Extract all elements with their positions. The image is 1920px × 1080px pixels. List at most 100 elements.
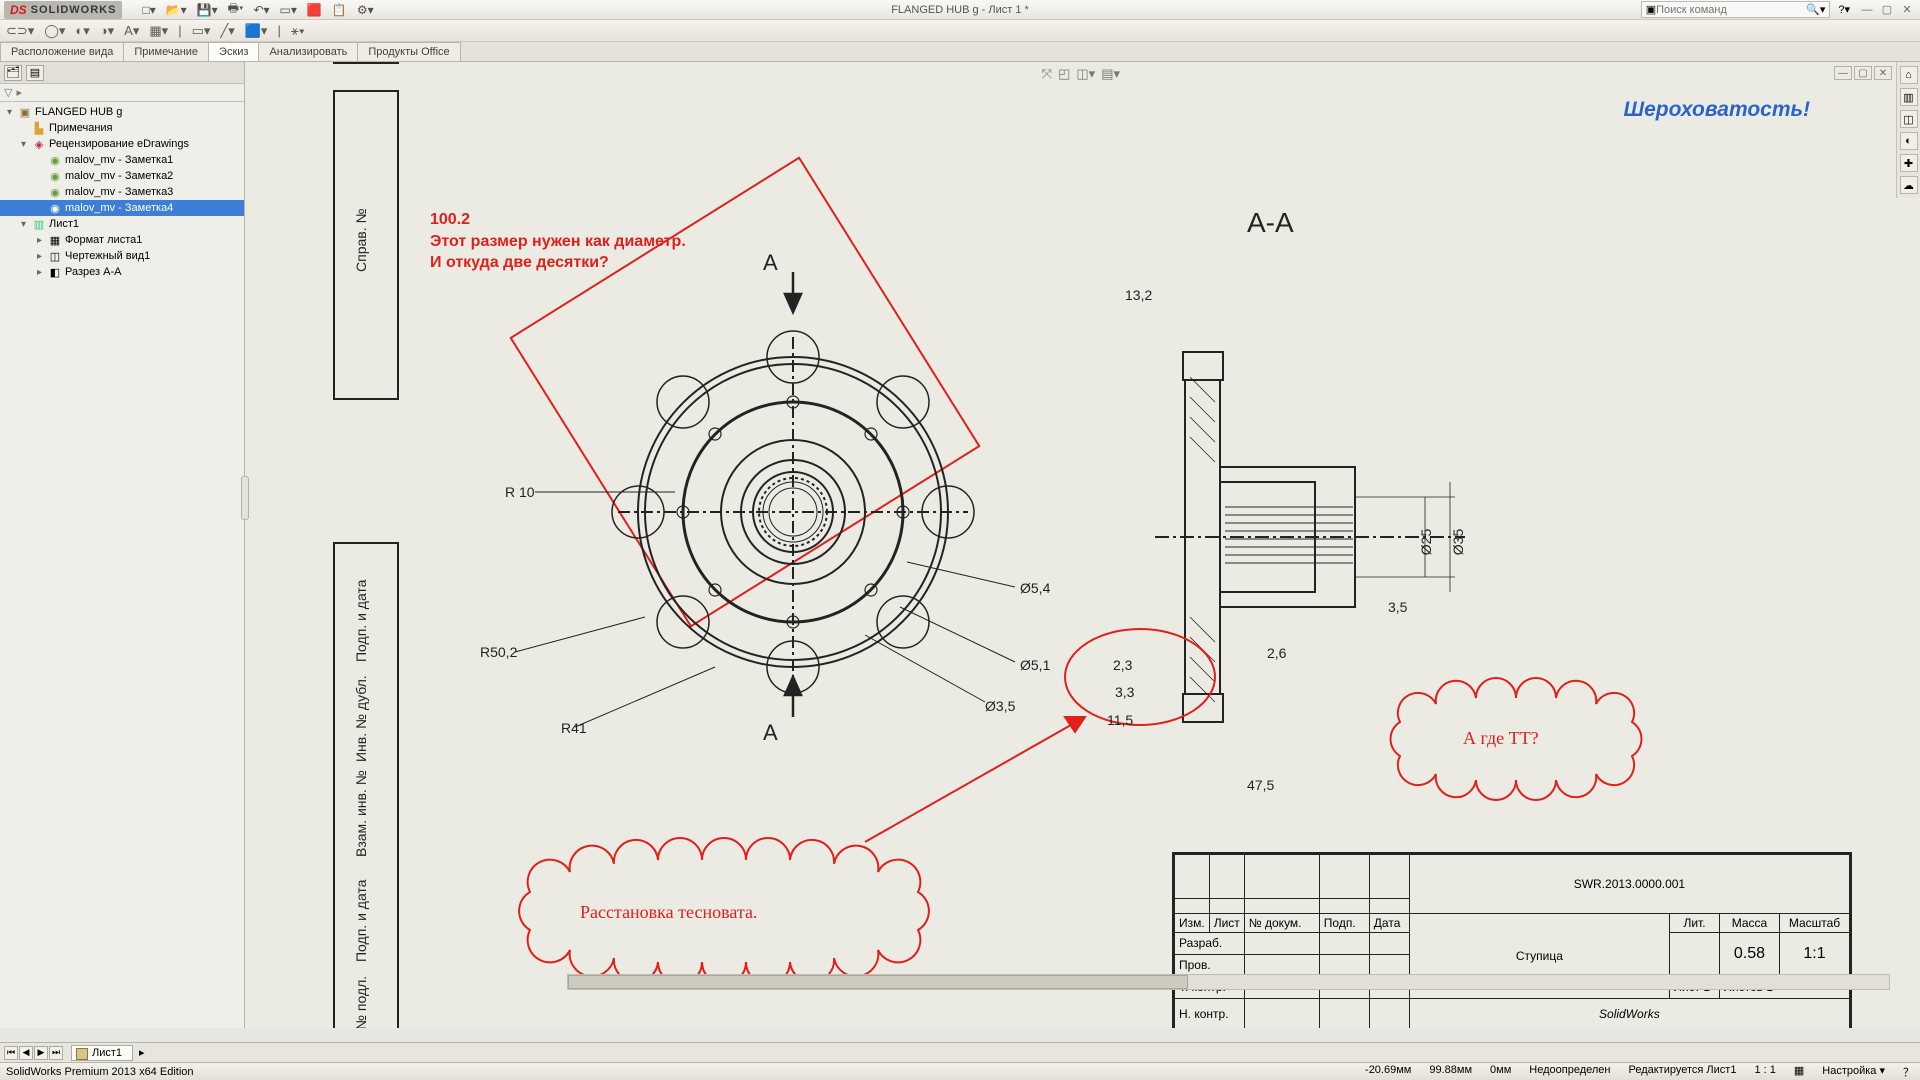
status-bar: SolidWorks Premium 2013 x64 Edition -20.… <box>0 1062 1920 1080</box>
doc-min-icon[interactable]: — <box>1834 66 1852 80</box>
tool-line-icon[interactable]: ╱▾ <box>220 23 234 39</box>
doc-max-icon[interactable]: ▢ <box>1854 66 1872 80</box>
tree-sheet[interactable]: ▾▥Лист1 <box>0 216 244 232</box>
close-icon[interactable]: ✕ <box>1898 3 1916 17</box>
tab-annotation[interactable]: Примечание <box>123 42 209 61</box>
doc-close-icon[interactable]: ✕ <box>1874 66 1892 80</box>
sheet-tabs-bar: ⏮ ◀ ▶ ⏭ Лист1 ▸ <box>0 1042 1920 1062</box>
tree-filter: ▽ ▸ <box>0 84 244 102</box>
status-z: 0мм <box>1490 1064 1511 1080</box>
tree-note-2[interactable]: ◉malov_mv - Заметка2 <box>0 168 244 184</box>
tool-sep2: | <box>277 23 280 38</box>
search-input[interactable] <box>1656 4 1806 16</box>
panel-splitter[interactable] <box>241 476 249 520</box>
tab-view-layout[interactable]: Расположение вида <box>0 42 124 61</box>
tree-note-1[interactable]: ◉malov_mv - Заметка1 <box>0 152 244 168</box>
save-icon[interactable]: 💾▾ <box>197 3 218 17</box>
print-icon[interactable]: 🖶▾ <box>228 0 244 20</box>
rebuild-icon[interactable]: 🟥 <box>307 3 322 17</box>
sheet-last-icon[interactable]: ⏭ <box>49 1046 63 1060</box>
taskpane-home-icon[interactable]: ⌂ <box>1900 66 1918 84</box>
view-heads-up-toolbar: ⤧ ◰ ◫▾ ▤▾ <box>1042 66 1120 82</box>
feature-tree[interactable]: ▾▣FLANGED HUB g ▙Примечания ▾◈Рецензиров… <box>0 102 244 1028</box>
tree-section-aa[interactable]: ▸◧Разрез A-A <box>0 264 244 280</box>
tool-sep: | <box>178 23 181 38</box>
tree-annotations[interactable]: ▙Примечания <box>0 120 244 136</box>
tool-text-icon[interactable]: A▾ <box>124 23 139 39</box>
quick-access-toolbar: □▾ 📂▾ 💾▾ 🖶▾ ↶▾ ▭▾ 🟥 📋 ⚙▾ <box>142 0 373 20</box>
tool-sheet-icon[interactable]: ▭▾ <box>192 23 211 39</box>
taskpane-custom-icon[interactable]: ✚ <box>1900 154 1918 172</box>
status-scale[interactable]: 1 : 1 <box>1754 1064 1775 1080</box>
zoom-area-icon[interactable]: ◰ <box>1058 66 1070 82</box>
dim-d35a: Ø3,5 <box>985 698 1015 714</box>
view-orient-icon[interactable]: ◫▾ <box>1076 66 1095 82</box>
undo-icon[interactable]: ↶▾ <box>253 3 269 17</box>
scroll-thumb[interactable] <box>568 975 1188 989</box>
tree-view1[interactable]: ▸◫Чертежный вид1 <box>0 248 244 264</box>
status-menu-icon[interactable]: ▦ <box>1794 1064 1804 1080</box>
tool-circle-icon[interactable]: ◯▾ <box>44 23 65 39</box>
tool-view-icon[interactable]: ◐▾ <box>75 23 89 39</box>
tab-evaluate[interactable]: Анализировать <box>258 42 358 61</box>
horizontal-scrollbar[interactable] <box>567 974 1890 990</box>
settings-icon[interactable]: ⚙▾ <box>357 3 374 17</box>
status-help-icon[interactable]: ？ <box>1903 1064 1914 1080</box>
sheet-next-icon[interactable]: ▶ <box>34 1046 48 1060</box>
taskpane-forum-icon[interactable]: ☁ <box>1900 176 1918 194</box>
tree-note-4[interactable]: ◉malov_mv - Заметка4 <box>0 200 244 216</box>
window-buttons: — ▢ ✕ <box>1858 3 1916 17</box>
options-icon[interactable]: 📋 <box>332 3 347 17</box>
dim-115: 11,5 <box>1107 712 1133 728</box>
tab-sketch[interactable]: Эскиз <box>208 42 259 61</box>
new-icon[interactable]: □▾ <box>142 3 155 17</box>
select-icon[interactable]: ▭▾ <box>280 3 297 17</box>
filter-icon[interactable]: ▽ <box>4 86 12 99</box>
panel-tab-tree-icon[interactable]: 🗂 <box>4 65 22 81</box>
dim-d54: Ø5,4 <box>1020 580 1050 596</box>
cloud-spacing-text: Расстановка тесновата. <box>580 902 757 922</box>
tb-prov: Пров. <box>1175 954 1245 976</box>
sheet-tab-1[interactable]: Лист1 <box>71 1045 133 1061</box>
search-go-icon[interactable]: 🔍▾ <box>1806 3 1825 16</box>
tab-office[interactable]: Продукты Office <box>357 42 460 61</box>
status-custom[interactable]: Настройка ▾ <box>1822 1064 1885 1080</box>
disp-style-icon[interactable]: ▤▾ <box>1101 66 1120 82</box>
section-arrow-bottom: A <box>763 720 778 746</box>
tool-dim-icon[interactable]: ⚹▾ <box>291 23 305 39</box>
taskpane-appear-icon[interactable]: ◐ <box>1900 132 1918 150</box>
zoom-fit-icon[interactable]: ⤧ <box>1042 66 1052 82</box>
minimize-icon[interactable]: — <box>1858 3 1876 17</box>
panel-tab-prop-icon[interactable]: ▤ <box>26 65 44 81</box>
tree-format[interactable]: ▸▦Формат листа1 <box>0 232 244 248</box>
tree-root[interactable]: ▾▣FLANGED HUB g <box>0 104 244 120</box>
taskpane-view-icon[interactable]: ◫ <box>1900 110 1918 128</box>
tree-note-3[interactable]: ◉malov_mv - Заметка3 <box>0 184 244 200</box>
dim-35: 3,5 <box>1388 599 1407 615</box>
tool-link-icon[interactable]: ⊂⊃▾ <box>6 23 34 39</box>
tree-view1-label: Чертежный вид1 <box>65 250 150 262</box>
dim-475: 47,5 <box>1247 777 1274 793</box>
tb-hdr-podp: Подп. <box>1319 913 1369 932</box>
taskpane-lib-icon[interactable]: ▥ <box>1900 88 1918 106</box>
document-title: FLANGED HUB g - Лист 1 * <box>891 4 1029 16</box>
add-sheet-icon[interactable]: ▸ <box>139 1046 145 1059</box>
help-icon[interactable]: ?▾ <box>1838 3 1850 16</box>
redline-dim-note: 100.2 Этот размер нужен как диаметр. И о… <box>430 209 686 274</box>
open-icon[interactable]: 📂▾ <box>166 3 187 17</box>
titleblock: SWR.2013.0000.001 Изм. Лист № докум. Под… <box>1172 852 1852 1028</box>
filter-arrow-icon[interactable]: ▸ <box>16 86 22 99</box>
tool-grid-icon[interactable]: ▦▾ <box>149 23 168 39</box>
secondary-toolbar: ⊂⊃▾ ◯▾ ◐▾ ◑▾ A▾ ▦▾ | ▭▾ ╱▾ 🟦▾ | ⚹▾ <box>0 20 1920 42</box>
sheet-first-icon[interactable]: ⏮ <box>4 1046 18 1060</box>
sheet-prev-icon[interactable]: ◀ <box>19 1046 33 1060</box>
drawing-canvas[interactable]: ⤧ ◰ ◫▾ ▤▾ — ▢ ✕ Справ. № Подп. и дата Ин… <box>245 62 1920 1028</box>
tree-review[interactable]: ▾◈Рецензирование eDrawings <box>0 136 244 152</box>
tb-hdr-data: Дата <box>1369 913 1409 932</box>
app-logo[interactable]: DS SOLIDWORKS <box>4 1 122 19</box>
maximize-icon[interactable]: ▢ <box>1878 3 1896 17</box>
command-search[interactable]: ▣ 🔍▾ <box>1641 1 1831 18</box>
tool-disp-icon[interactable]: ◑▾ <box>100 23 114 39</box>
tool-color-icon[interactable]: 🟦▾ <box>245 23 268 39</box>
tb-scale: Масштаб <box>1780 913 1850 932</box>
